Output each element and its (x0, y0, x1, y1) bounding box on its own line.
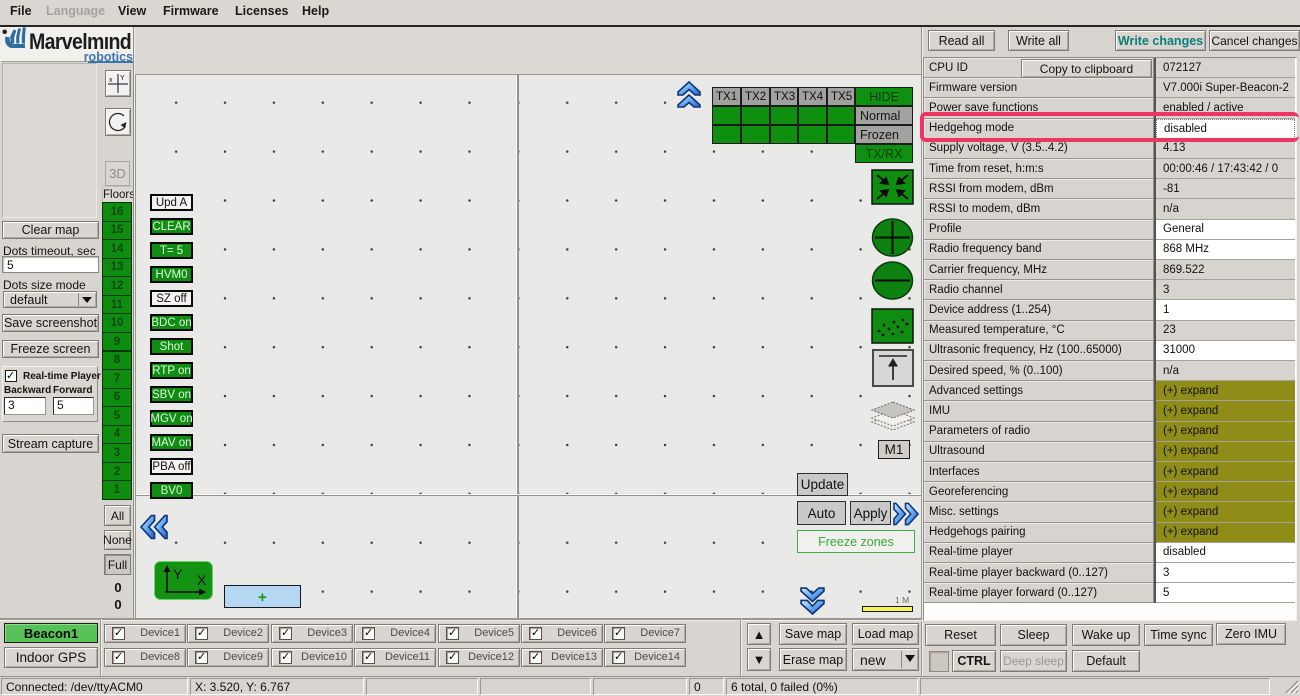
svg-text:Y: Y (120, 75, 125, 82)
svg-text:x: x (109, 77, 113, 84)
svg-text:X: X (197, 572, 207, 588)
svg-text:Y: Y (173, 566, 183, 582)
